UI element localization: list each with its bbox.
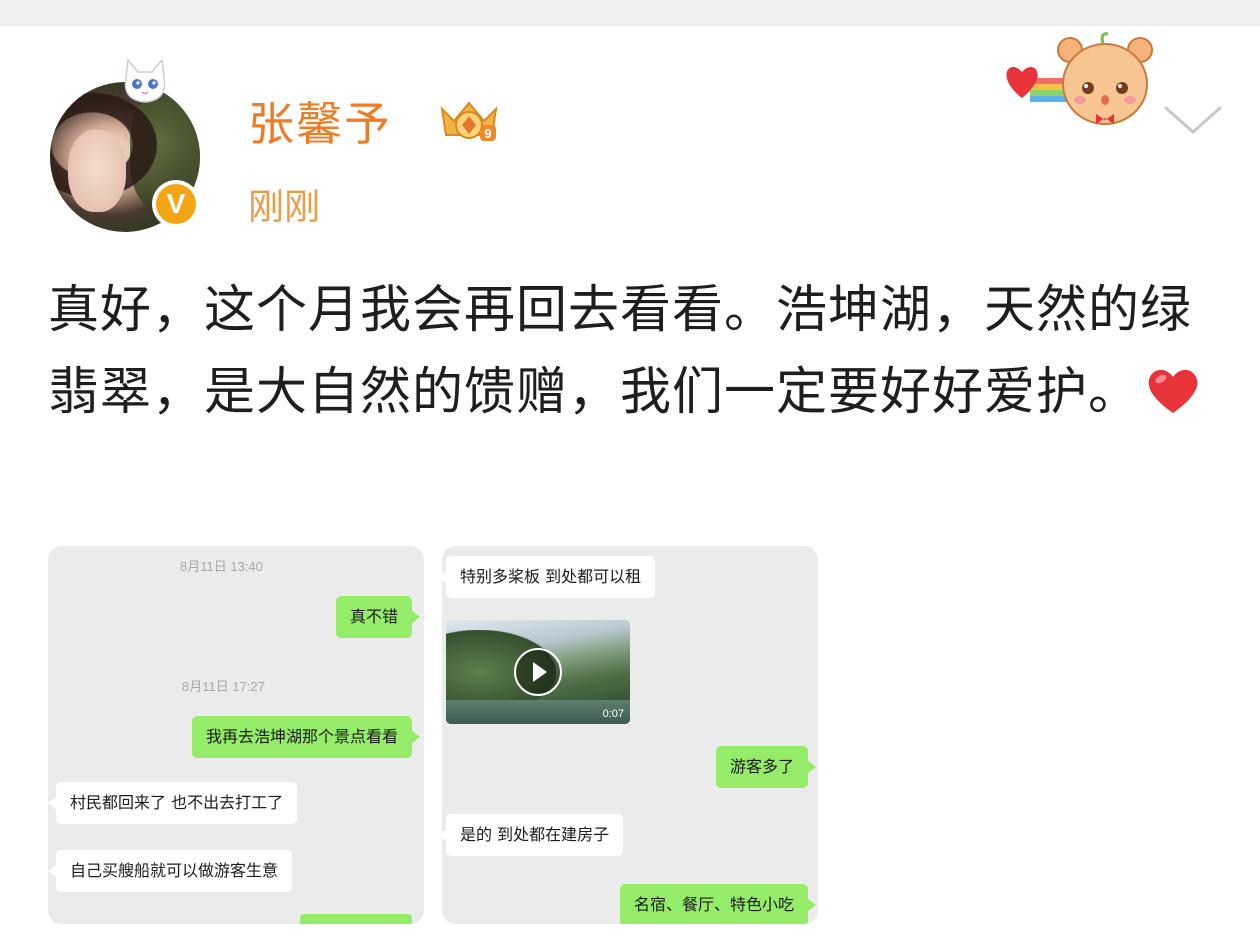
chat-bubble-in: 是的 到处都在建房子 bbox=[442, 814, 624, 856]
chat-bubble-out: 游客多了 bbox=[715, 746, 817, 788]
chat-bubble-in: 自己买艘船就可以做游客生意 bbox=[48, 850, 293, 892]
play-icon[interactable] bbox=[514, 648, 562, 696]
bear-rainbow-heart-sticker-icon bbox=[1006, 32, 1153, 125]
svg-text:9: 9 bbox=[484, 126, 491, 141]
video-duration: 0:07 bbox=[602, 708, 624, 720]
post-text: 真好，这个月我会再回去看看。浩坤湖，天然的绿翡翠，是大自然的馈赠，我们一定要好好… bbox=[48, 270, 1218, 434]
heart-emoji-icon bbox=[1148, 369, 1198, 413]
chat-timestamp: 8月11日 17:27 bbox=[182, 679, 265, 694]
post-image-2[interactable]: 特别多桨板 到处都可以租 0:07 游客多了 是的 到处都在建房子 名宿、餐厅、… bbox=[442, 546, 818, 924]
chat-bubble-out: 真不错 bbox=[335, 596, 421, 638]
username[interactable]: 张馨予 bbox=[248, 88, 392, 154]
crown-level-icon[interactable]: 9 bbox=[434, 95, 504, 151]
chat-bubble-out-cropped bbox=[300, 914, 412, 924]
post-timestamp: 刚刚 bbox=[248, 187, 321, 228]
post-body: 真好，这个月我会再回去看看。浩坤湖，天然的绿翡翠，是大自然的馈赠，我们一定要好好… bbox=[48, 281, 1193, 422]
avatar-face bbox=[68, 130, 126, 212]
chat-video-message[interactable]: 0:07 bbox=[446, 620, 630, 724]
post-image-1[interactable]: 8月11日 13:40 真不错 8月11日 17:27 我再去浩坤湖那个景点看看… bbox=[48, 546, 424, 924]
verified-badge: V bbox=[152, 180, 200, 228]
chat-bubble-in: 村民都回来了 也不出去打工了 bbox=[48, 782, 298, 824]
verified-v-icon: V bbox=[156, 184, 196, 224]
chat-timestamp: 8月11日 13:40 bbox=[180, 559, 263, 574]
cat-avatar-decoration-icon bbox=[124, 58, 166, 103]
chat-bubble-in: 特别多桨板 到处都可以租 bbox=[442, 556, 656, 598]
chevron-down-icon[interactable] bbox=[1160, 98, 1226, 142]
top-strip bbox=[0, 0, 1260, 26]
chat-bubble-out: 名宿、餐厅、特色小吃 bbox=[619, 884, 817, 924]
chat-bubble-out: 我再去浩坤湖那个景点看看 bbox=[191, 716, 421, 758]
